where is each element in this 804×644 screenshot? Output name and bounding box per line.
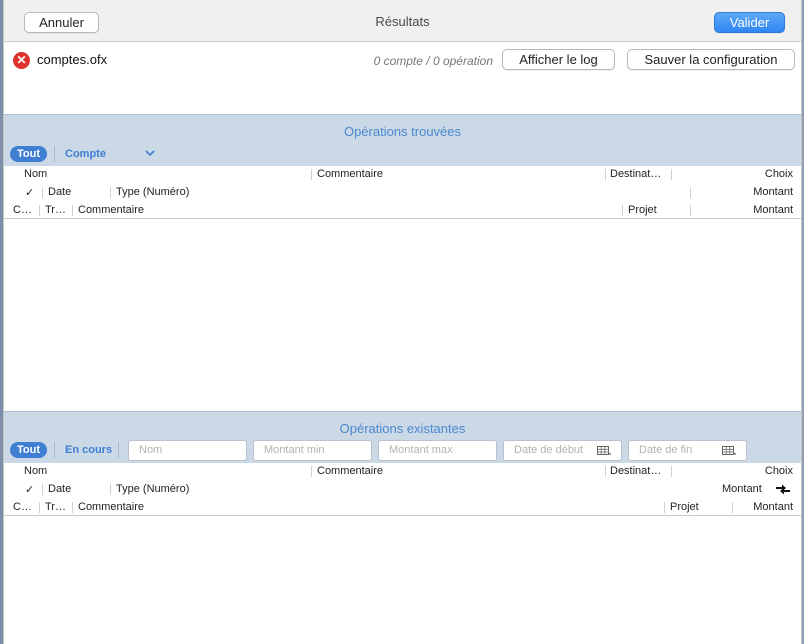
column-divider xyxy=(42,187,43,198)
column-divider xyxy=(39,205,40,216)
column-divider xyxy=(690,205,691,216)
found-operations-table[interactable] xyxy=(4,219,801,411)
column-divider xyxy=(671,466,672,477)
column-header-comment[interactable]: Commentaire xyxy=(317,465,383,477)
existing-operations-header: Opérations existantes Tout En cours Nom … xyxy=(4,411,801,463)
segment-divider xyxy=(118,442,119,458)
column-divider xyxy=(110,187,111,198)
save-configuration-button[interactable]: Sauver la configuration xyxy=(627,49,795,70)
column-divider xyxy=(110,484,111,495)
sheet-toolbar: Annuler Résultats Valider xyxy=(4,0,801,42)
column-header-amount-split[interactable]: Montant xyxy=(753,501,793,513)
column-header-category[interactable]: C… xyxy=(13,204,32,216)
found-operations-header: Opérations trouvées Tout Compte xyxy=(4,114,801,166)
column-header-name[interactable]: Nom xyxy=(24,168,47,180)
chevron-down-icon[interactable] xyxy=(144,148,156,158)
existing-operations-title: Opérations existantes xyxy=(339,421,466,436)
end-date-placeholder: Date de fin xyxy=(639,444,693,456)
min-amount-field[interactable]: Montant min xyxy=(253,440,372,461)
column-divider xyxy=(72,502,73,513)
column-header-check[interactable]: ✓ xyxy=(25,186,34,199)
column-header-check[interactable]: ✓ xyxy=(25,483,34,496)
column-header-name[interactable]: Nom xyxy=(24,465,47,477)
column-header-date[interactable]: Date xyxy=(48,186,71,198)
column-divider xyxy=(311,169,312,180)
column-header-choice[interactable]: Choix xyxy=(765,465,793,477)
column-header-amount-split[interactable]: Montant xyxy=(753,204,793,216)
column-header-type[interactable]: Type (Numéro) xyxy=(116,186,189,198)
column-divider xyxy=(42,484,43,495)
column-header-amount[interactable]: Montant xyxy=(722,483,762,495)
start-date-field[interactable]: Date de début xyxy=(503,440,622,461)
column-divider xyxy=(72,205,73,216)
column-divider xyxy=(664,502,665,513)
existing-filter-current-button[interactable]: En cours xyxy=(65,444,112,456)
max-amount-field[interactable]: Montant max xyxy=(378,440,497,461)
segment-divider xyxy=(54,146,55,162)
column-divider xyxy=(605,169,606,180)
show-log-button[interactable]: Afficher le log xyxy=(502,49,615,70)
column-divider xyxy=(622,205,623,216)
found-filter-all-button[interactable]: Tout xyxy=(10,146,48,162)
file-name: comptes.ofx xyxy=(37,52,108,67)
file-row: ✕ comptes.ofx 0 compte / 0 opération Aff… xyxy=(4,42,801,114)
column-header-category[interactable]: C… xyxy=(13,501,32,513)
column-header-comment[interactable]: Commentaire xyxy=(317,168,383,180)
start-date-placeholder: Date de début xyxy=(514,444,584,456)
found-operations-title: Opérations trouvées xyxy=(343,124,462,139)
column-header-type[interactable]: Type (Numéro) xyxy=(116,483,189,495)
column-divider xyxy=(39,502,40,513)
found-operations-table-header: Nom Commentaire Destinat… Choix ✓ Date T… xyxy=(4,166,801,219)
column-header-date[interactable]: Date xyxy=(48,483,71,495)
column-header-destination[interactable]: Destinat… xyxy=(610,168,661,180)
column-header-comment-split[interactable]: Commentaire xyxy=(78,204,144,216)
column-header-project[interactable]: Projet xyxy=(670,501,699,513)
existing-operations-table[interactable] xyxy=(4,516,801,644)
calendar-icon[interactable] xyxy=(722,446,736,456)
sheet-title: Résultats xyxy=(375,14,430,29)
end-date-field[interactable]: Date de fin xyxy=(628,440,747,461)
validate-button[interactable]: Valider xyxy=(714,12,785,33)
column-divider xyxy=(732,502,733,513)
results-sheet: Annuler Résultats Valider ✕ comptes.ofx … xyxy=(3,0,802,644)
segment-divider xyxy=(54,442,55,458)
column-divider xyxy=(311,466,312,477)
found-filter-account-popup[interactable]: Compte xyxy=(65,148,106,160)
existing-filter-all-button[interactable]: Tout xyxy=(10,442,48,458)
name-filter-field[interactable]: Nom xyxy=(128,440,247,461)
error-icon: ✕ xyxy=(13,52,30,69)
column-divider xyxy=(690,187,691,198)
calendar-icon[interactable] xyxy=(597,446,611,456)
column-header-transaction[interactable]: Tr… xyxy=(45,501,66,513)
column-header-choice[interactable]: Choix xyxy=(765,168,793,180)
column-header-amount[interactable]: Montant xyxy=(753,186,793,198)
column-divider xyxy=(605,466,606,477)
column-divider xyxy=(671,169,672,180)
column-header-comment-split[interactable]: Commentaire xyxy=(78,501,144,513)
swap-arrows-icon[interactable] xyxy=(774,483,792,495)
column-header-transaction[interactable]: Tr… xyxy=(45,204,66,216)
account-operation-count: 0 compte / 0 opération xyxy=(373,54,493,68)
existing-operations-table-header: Nom Commentaire Destinat… Choix ✓ Date T… xyxy=(4,463,801,516)
column-header-destination[interactable]: Destinat… xyxy=(610,465,661,477)
column-header-project[interactable]: Projet xyxy=(628,204,657,216)
